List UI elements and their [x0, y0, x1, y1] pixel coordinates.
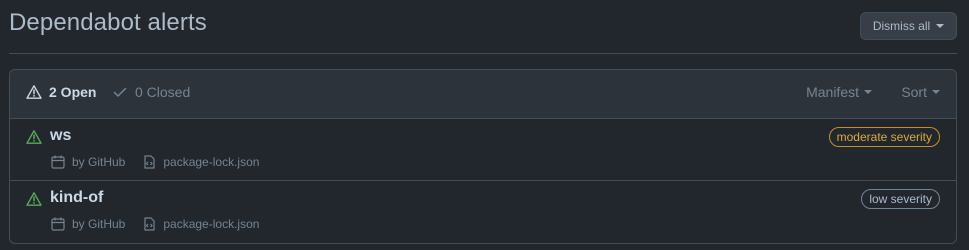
alert-icon — [26, 130, 42, 144]
alert-source-label: by GitHub — [72, 155, 126, 169]
closed-alerts-tab[interactable]: 0 Closed — [112, 84, 190, 100]
sort-filter[interactable]: Sort — [901, 84, 940, 100]
manifest-filter[interactable]: Manifest — [806, 84, 872, 100]
alert-meta: by GitHub package-lock.json — [50, 154, 259, 170]
alert-source: by GitHub — [50, 154, 125, 170]
file-code-icon — [144, 155, 155, 169]
sort-filter-label: Sort — [901, 84, 927, 100]
package-name-link[interactable]: kind-of — [50, 189, 103, 207]
alert-row: ws by GitHub package-lock.json moderate … — [10, 119, 956, 181]
open-alerts-tab[interactable]: 2 Open — [26, 84, 96, 100]
dismiss-all-button[interactable]: Dismiss all — [860, 12, 957, 40]
caret-down-icon — [932, 90, 940, 94]
alert-meta: by GitHub package-lock.json — [50, 216, 259, 232]
alert-manifest-label: package-lock.json — [163, 155, 260, 169]
check-icon — [113, 87, 127, 97]
alert-icon — [26, 192, 42, 206]
alert-manifest-label: package-lock.json — [163, 217, 260, 231]
alert-manifest: package-lock.json — [141, 216, 259, 232]
alerts-box: 2 Open 0 Closed Manifest Sort ws by GitH… — [9, 69, 957, 244]
caret-down-icon — [936, 24, 945, 28]
manifest-filter-label: Manifest — [806, 84, 859, 100]
package-name-link[interactable]: ws — [50, 127, 71, 145]
open-alerts-label: 2 Open — [49, 84, 97, 100]
alert-icon — [26, 85, 42, 99]
dismiss-all-label: Dismiss all — [872, 19, 931, 33]
alert-source-label: by GitHub — [72, 217, 126, 231]
alerts-box-header: 2 Open 0 Closed Manifest Sort — [10, 70, 956, 119]
caret-down-icon — [864, 90, 872, 94]
calendar-icon — [51, 155, 65, 169]
alert-row: kind-of by GitHub package-lock.json low … — [10, 181, 956, 242]
page-header: Dependabot alerts Dismiss all — [9, 0, 957, 54]
alert-manifest: package-lock.json — [141, 154, 259, 170]
severity-badge: low severity — [861, 189, 940, 209]
file-code-icon — [144, 217, 155, 231]
severity-badge: moderate severity — [828, 127, 940, 147]
alert-source: by GitHub — [50, 216, 125, 232]
calendar-icon — [51, 217, 65, 231]
closed-alerts-label: 0 Closed — [135, 84, 191, 100]
page-title: Dependabot alerts — [9, 9, 207, 36]
